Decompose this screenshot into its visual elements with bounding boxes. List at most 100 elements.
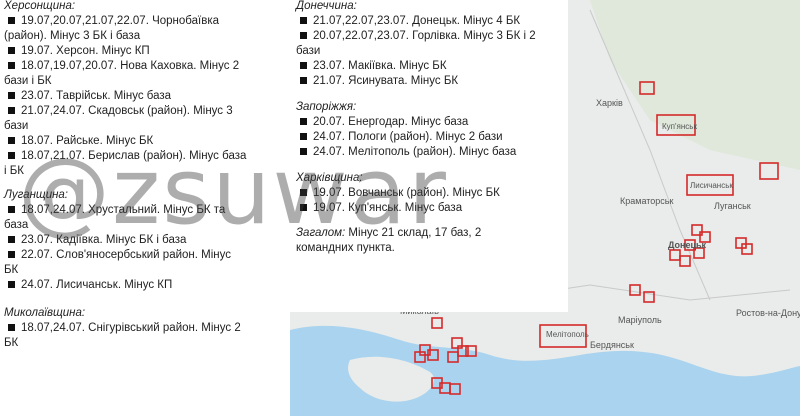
list-item: 20.07. Енергодар. Мінус база	[296, 115, 568, 130]
list-item-text: 21.07,22.07,23.07. Донецьк. Мінус 4 БК	[313, 15, 521, 27]
list-item-text: 18.07,19.07,20.07. Нова Каховка. Мінус 2	[21, 60, 240, 72]
list-item-text: 20.07. Енергодар. Мінус база	[313, 116, 469, 128]
list-item-text: 23.07. Кадіївка. Мінус БК і база	[21, 234, 187, 246]
map-label-luhansk: Луганськ	[714, 201, 751, 211]
list-item-text: бази	[296, 45, 321, 57]
map-label-berdiansk: Бердянськ	[590, 340, 634, 350]
list-item: 24.07. Пологи (район). Мінус 2 бази	[296, 130, 568, 145]
list-item: 18.07,24.07. Снігурівський район. Мінус …	[4, 321, 290, 336]
list-item: 20.07,22.07,23.07. Горлівка. Мінус 3 БК …	[296, 29, 568, 44]
map-label-donetsk: Донецьк	[668, 240, 707, 250]
list-item: 19.07. Куп'янськ. Мінус база	[296, 201, 568, 216]
bullet-icon	[8, 151, 15, 159]
summary-line1: Мінус 21 склад, 17 баз, 2	[345, 227, 482, 239]
bullet-icon	[8, 106, 15, 114]
map-label-rostov: Ростов-на-Дону	[736, 308, 800, 318]
region-items: 18.07,24.07. Хрустальний. Мінус БК та баз…	[4, 203, 290, 293]
list-item: 23.07. Макіївка. Мінус БК	[296, 59, 568, 74]
map-label-kharkiv: Харків	[596, 98, 623, 108]
summary-label: Загалом:	[296, 227, 346, 239]
list-item: 21.07,24.07. Скадовськ (район). Мінус 3	[4, 104, 290, 119]
list-item-text: 19.07. Куп'янськ. Мінус база	[313, 202, 463, 214]
list-item-text: 19.07. Вовчанськ (район). Мінус БК	[313, 187, 500, 199]
bullet-icon	[300, 117, 307, 125]
list-item-text: 21.07,24.07. Скадовськ (район). Мінус 3	[21, 105, 233, 117]
list-item: 18.07,24.07. Хрустальний. Мінус БК та	[4, 203, 290, 218]
bullet-icon	[8, 205, 15, 213]
bullet-icon	[8, 46, 15, 54]
bullet-icon	[300, 147, 307, 155]
list-item: 24.07. Лисичанськ. Мінус КП	[4, 278, 290, 293]
list-item: 23.07. Таврійськ. Мінус база	[4, 89, 290, 104]
list-item-text: 22.07. Слов'яносербський район. Мінус	[21, 249, 232, 261]
list-item-text: 21.07. Ясинувата. Мінус БК	[313, 75, 459, 87]
list-item-text: 18.07,24.07. Снігурівський район. Мінус …	[21, 322, 241, 334]
list-item: бази	[4, 119, 290, 134]
region-items: 18.07,24.07. Снігурівський район. Мінус …	[4, 321, 290, 351]
list-item: бази	[296, 44, 568, 59]
list-item: БК	[4, 263, 290, 278]
list-item-text: 20.07,22.07,23.07. Горлівка. Мінус 3 БК …	[313, 30, 536, 42]
list-item-text: 24.07. Мелітополь (район). Мінус база	[313, 146, 517, 158]
list-item-text: (район). Мінус 3 БК і база	[4, 30, 141, 42]
list-item-text: 24.07. Пологи (район). Мінус 2 бази	[313, 131, 503, 143]
list-item-text: 19.07. Херсон. Мінус КП	[21, 45, 150, 57]
bullet-icon	[8, 323, 15, 331]
list-item-text: 18.07. Райське. Мінус БК	[21, 135, 154, 147]
list-item: 21.07,22.07,23.07. Донецьк. Мінус 4 БК	[296, 14, 568, 29]
region-block: Харківщина: 19.07. Вовчанськ (район). Мі…	[296, 172, 568, 216]
region-title: Луганщина:	[4, 189, 69, 201]
bullet-icon	[300, 203, 307, 211]
list-item-text: 18.07,24.07. Хрустальний. Мінус БК та	[21, 204, 226, 216]
region-title: Харківщина:	[296, 172, 363, 184]
summary: Загалом: Мінус 21 склад, 17 баз, 2 коман…	[296, 226, 568, 256]
list-item-text: 18.07,21.07. Берислав (район). Мінус баз…	[21, 150, 247, 162]
list-item-text: бази і БК	[4, 75, 52, 87]
list-item-text: база	[4, 219, 29, 231]
region-title: Миколаївщина:	[4, 307, 86, 319]
bullet-icon	[8, 136, 15, 144]
list-item: 19.07. Вовчанськ (район). Мінус БК	[296, 186, 568, 201]
list-item: (район). Мінус 3 БК і база	[4, 29, 290, 44]
region-block: Луганщина: 18.07,24.07. Хрустальний. Мін…	[4, 189, 290, 293]
list-item: 18.07,19.07,20.07. Нова Каховка. Мінус 2	[4, 59, 290, 74]
list-item-text: бази	[4, 120, 29, 132]
bullet-icon	[300, 76, 307, 84]
list-item: 21.07. Ясинувата. Мінус БК	[296, 74, 568, 89]
list-item-text: 23.07. Таврійськ. Мінус база	[21, 90, 172, 102]
map-label-lysychansk: Лисичанськ	[690, 181, 733, 190]
bullet-icon	[300, 188, 307, 196]
list-item: 24.07. Мелітополь (район). Мінус база	[296, 145, 568, 160]
list-item: 19.07. Херсон. Мінус КП	[4, 44, 290, 59]
map-label-kupiansk: Куп'янськ	[662, 122, 697, 131]
region-title: Херсонщина:	[4, 0, 76, 12]
list-item: і БК	[4, 164, 290, 179]
bullet-icon	[300, 16, 307, 24]
region-items: 20.07. Енергодар. Мінус база 24.07. Полог…	[296, 115, 568, 160]
list-item-text: і БК	[4, 165, 24, 177]
bullet-icon	[8, 91, 15, 99]
list-item-text: БК	[4, 264, 19, 276]
list-item: 18.07,21.07. Берислав (район). Мінус баз…	[4, 149, 290, 164]
region-title: Запоріжжя:	[296, 101, 357, 113]
bullet-icon	[300, 61, 307, 69]
bullet-icon	[8, 235, 15, 243]
summary-line2: командних пункта.	[296, 242, 395, 254]
region-items: 19.07,20.07,21.07,22.07. Чорнобаївка (рай…	[4, 14, 290, 179]
map-label-melitopol: Мелітополь	[546, 330, 589, 339]
list-item: база	[4, 218, 290, 233]
left-text-panel: Херсонщина: 19.07,20.07,21.07,22.07. Чор…	[0, 0, 290, 416]
region-block: Донеччина: 21.07,22.07,23.07. Донецьк. М…	[296, 0, 568, 89]
bullet-icon	[8, 250, 15, 258]
list-item-text: БК	[4, 337, 19, 349]
list-item: 22.07. Слов'яносербський район. Мінус	[4, 248, 290, 263]
region-block: Миколаївщина: 18.07,24.07. Снігурівський…	[4, 307, 290, 351]
list-item-text: 24.07. Лисичанськ. Мінус КП	[21, 279, 173, 291]
list-item: 23.07. Кадіївка. Мінус БК і база	[4, 233, 290, 248]
list-item: 19.07,20.07,21.07,22.07. Чорнобаївка	[4, 14, 290, 29]
list-item: БК	[4, 336, 290, 351]
